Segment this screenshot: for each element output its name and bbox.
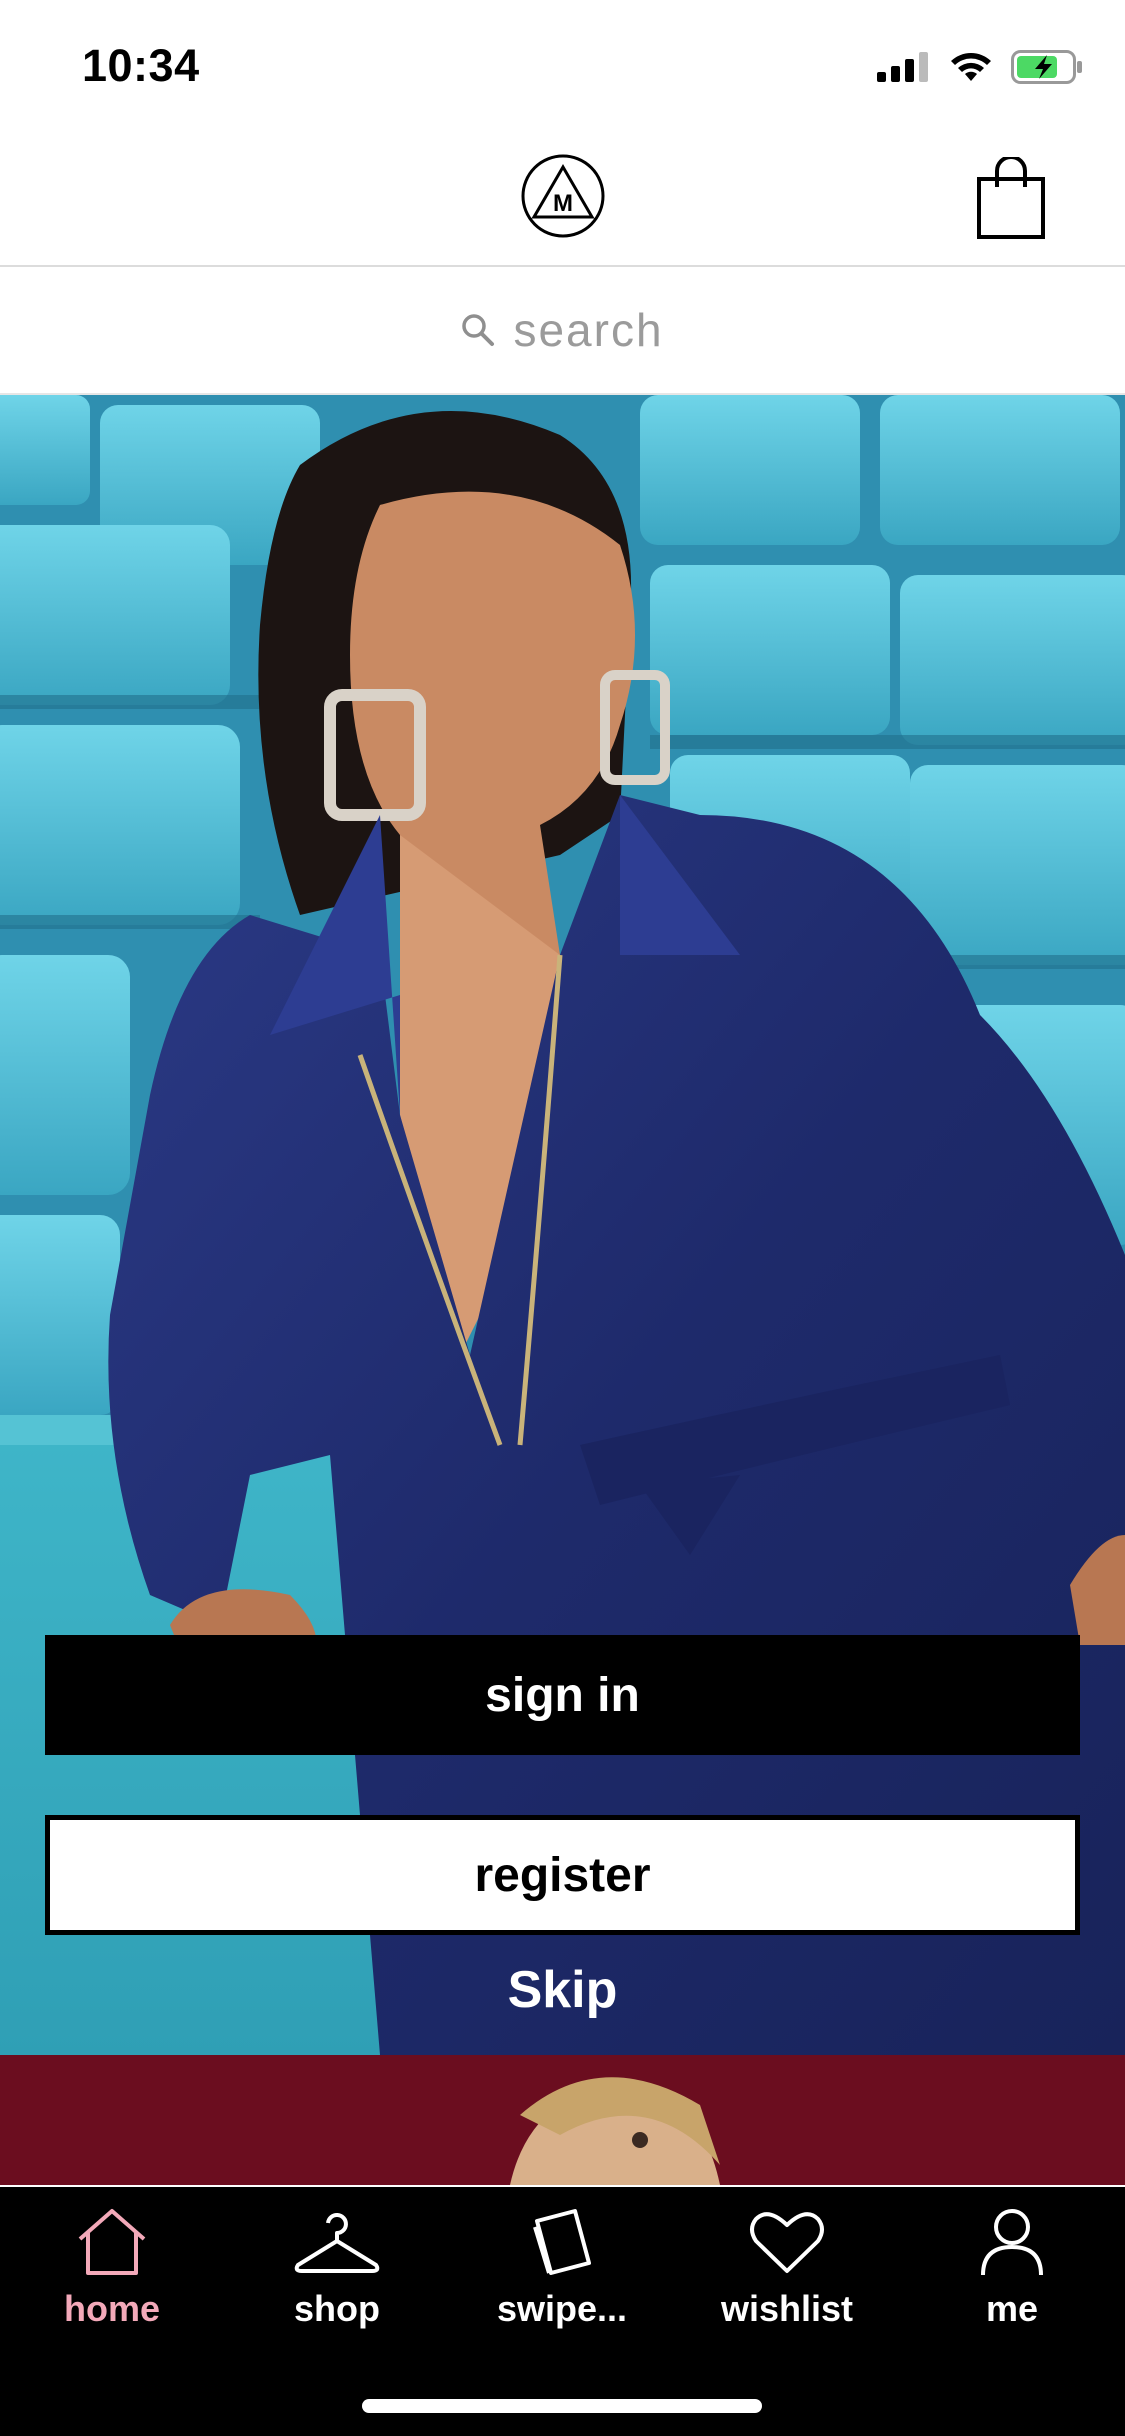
hanger-icon: [294, 2213, 380, 2273]
search-bar[interactable]: search: [0, 267, 1125, 395]
battery-charging-icon: [1011, 50, 1082, 84]
skip-link[interactable]: Skip: [0, 1960, 1125, 2020]
status-icons: [877, 50, 1083, 84]
wifi-icon: [951, 53, 991, 81]
tab-home-label: home: [63, 2288, 160, 2329]
tab-shop-label: shop: [294, 2288, 380, 2329]
tab-wishlist[interactable]: wishlist: [687, 2207, 887, 2330]
home-indicator[interactable]: [362, 2399, 762, 2413]
app-header: M: [0, 135, 1125, 267]
search-field[interactable]: search: [461, 303, 663, 357]
tab-swipe[interactable]: swipe...: [462, 2207, 662, 2330]
promo-banner[interactable]: [0, 2055, 1125, 2185]
search-icon: [462, 314, 495, 346]
search-placeholder: search: [513, 304, 664, 356]
logo[interactable]: M: [520, 153, 606, 244]
tab-me[interactable]: me: [912, 2207, 1112, 2330]
shopping-bag-icon: [977, 155, 1045, 239]
cellular-signal-icon: [877, 52, 928, 82]
tab-swipe-label: swipe...: [496, 2288, 628, 2329]
tab-me-label: me: [985, 2288, 1039, 2329]
tab-home[interactable]: home: [12, 2207, 212, 2330]
heart-icon: [750, 2212, 824, 2273]
hero-image: sign in register Skip: [0, 395, 1125, 2055]
status-time: 10:34: [82, 40, 200, 91]
tab-shop[interactable]: shop: [237, 2207, 437, 2330]
home-icon: [78, 2209, 146, 2275]
status-bar: 10:34: [0, 0, 1125, 135]
missguided-logo-icon: M: [521, 154, 605, 238]
tab-wishlist-label: wishlist: [720, 2288, 854, 2329]
cards-icon: [533, 2209, 591, 2275]
register-button[interactable]: register: [45, 1815, 1080, 1935]
sign-in-button[interactable]: sign in: [45, 1635, 1080, 1755]
bag-button[interactable]: [975, 155, 1047, 244]
person-icon: [981, 2209, 1043, 2276]
svg-text:M: M: [553, 190, 573, 217]
